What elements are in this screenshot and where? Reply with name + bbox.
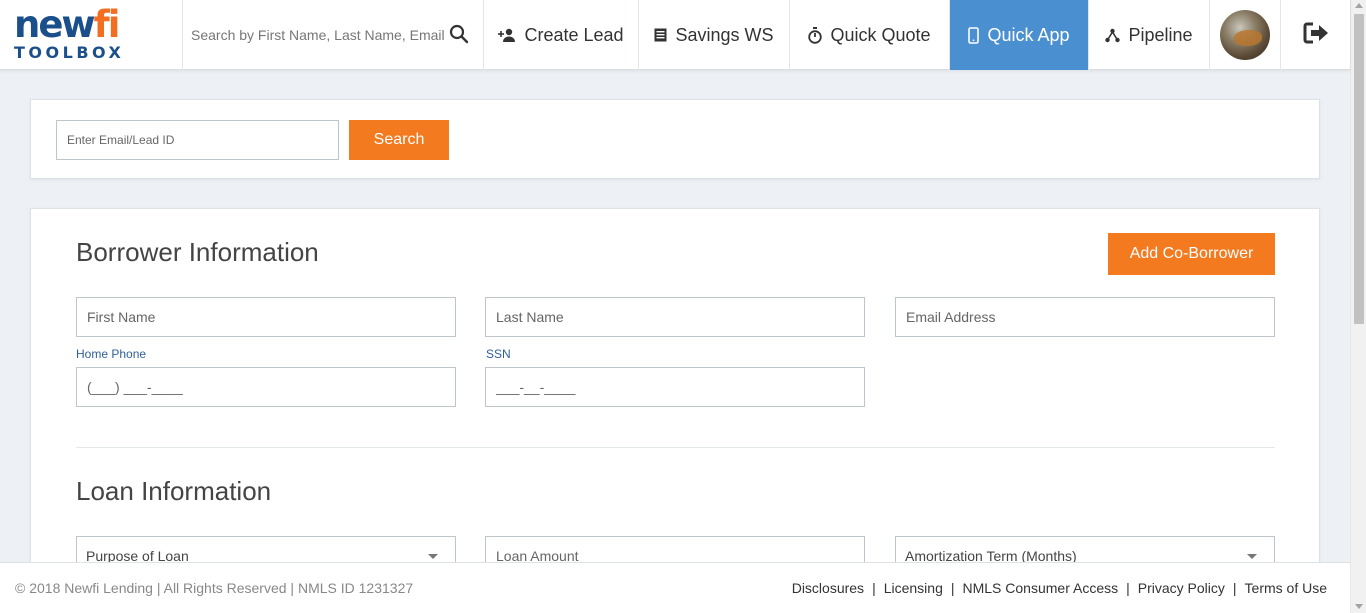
scrollbar-thumb[interactable] [1354,14,1364,324]
nav-quick-quote-label: Quick Quote [830,24,931,45]
borrower-information-title: Borrower Information [76,237,319,267]
footer-link-disclosures[interactable]: Disclosures [792,580,864,596]
logo-subtitle: TOOLBOX [14,43,125,62]
logout-button[interactable] [1281,0,1350,70]
footer-separator: | [1126,580,1130,596]
nav-savings-ws[interactable]: Savings WS [639,0,790,70]
loan-information-title: Loan Information [76,476,272,506]
global-search-input[interactable] [191,27,451,43]
chevron-down-icon [1247,554,1257,559]
ssn-field[interactable] [485,367,865,407]
nav-pipeline[interactable]: Pipeline [1089,0,1210,70]
email-lead-id-input[interactable] [56,120,339,160]
footer-separator: | [872,580,876,596]
search-icon[interactable] [449,24,471,46]
footer-link-nmls-consumer-access[interactable]: NMLS Consumer Access [963,580,1119,596]
nav-quick-app[interactable]: Quick App [950,0,1089,70]
scroll-up-arrow-icon[interactable] [1355,3,1363,8]
stopwatch-icon [808,26,823,44]
footer-link-terms-of-use[interactable]: Terms of Use [1245,580,1327,596]
quick-app-form-card: Borrower Information Add Co-Borrower Hom… [30,208,1320,613]
vertical-scrollbar[interactable] [1350,0,1366,613]
home-phone-label: Home Phone [76,347,147,361]
avatar[interactable] [1220,10,1270,60]
last-name-field[interactable] [485,297,865,337]
pipeline-icon [1105,28,1121,43]
footer-link-licensing[interactable]: Licensing [884,580,943,596]
footer-links: Disclosures | Licensing | NMLS Consumer … [792,580,1327,596]
nav-savings-ws-label: Savings WS [675,24,774,45]
logo-wordmark: newfi [14,3,120,46]
search-button[interactable]: Search [349,120,449,160]
nav-create-lead[interactable]: Create Lead [484,0,639,70]
document-list-icon [654,28,667,42]
nav-quick-quote[interactable]: Quick Quote [790,0,950,70]
lead-search-card: Search [30,99,1320,179]
footer-separator: | [950,580,955,596]
top-navigation-bar: newfi TOOLBOX Create Lead Savings WS Qui… [0,0,1350,70]
add-person-icon [498,28,516,42]
footer-separator: | [1232,580,1237,596]
page-footer: © 2018 Newfi Lending | All Rights Reserv… [0,562,1350,613]
nav-pipeline-label: Pipeline [1128,24,1193,45]
mobile-phone-icon [968,26,980,44]
email-address-field[interactable] [895,297,1275,337]
nav-quick-app-label: Quick App [987,24,1070,45]
nav-create-lead-label: Create Lead [524,24,624,45]
first-name-field[interactable] [76,297,456,337]
chevron-down-icon [428,554,438,559]
home-phone-field[interactable] [76,367,456,407]
newfi-toolbox-logo[interactable]: newfi TOOLBOX [0,0,183,70]
user-profile[interactable] [1210,0,1281,70]
ssn-label: SSN [486,347,511,361]
global-search [183,0,484,70]
scroll-down-arrow-icon[interactable] [1355,604,1363,609]
add-co-borrower-button[interactable]: Add Co-Borrower [1108,233,1275,275]
logout-icon [1303,22,1329,49]
footer-link-privacy-policy[interactable]: Privacy Policy [1138,580,1225,596]
section-divider [76,447,1275,448]
copyright-text: © 2018 Newfi Lending | All Rights Reserv… [15,580,414,596]
